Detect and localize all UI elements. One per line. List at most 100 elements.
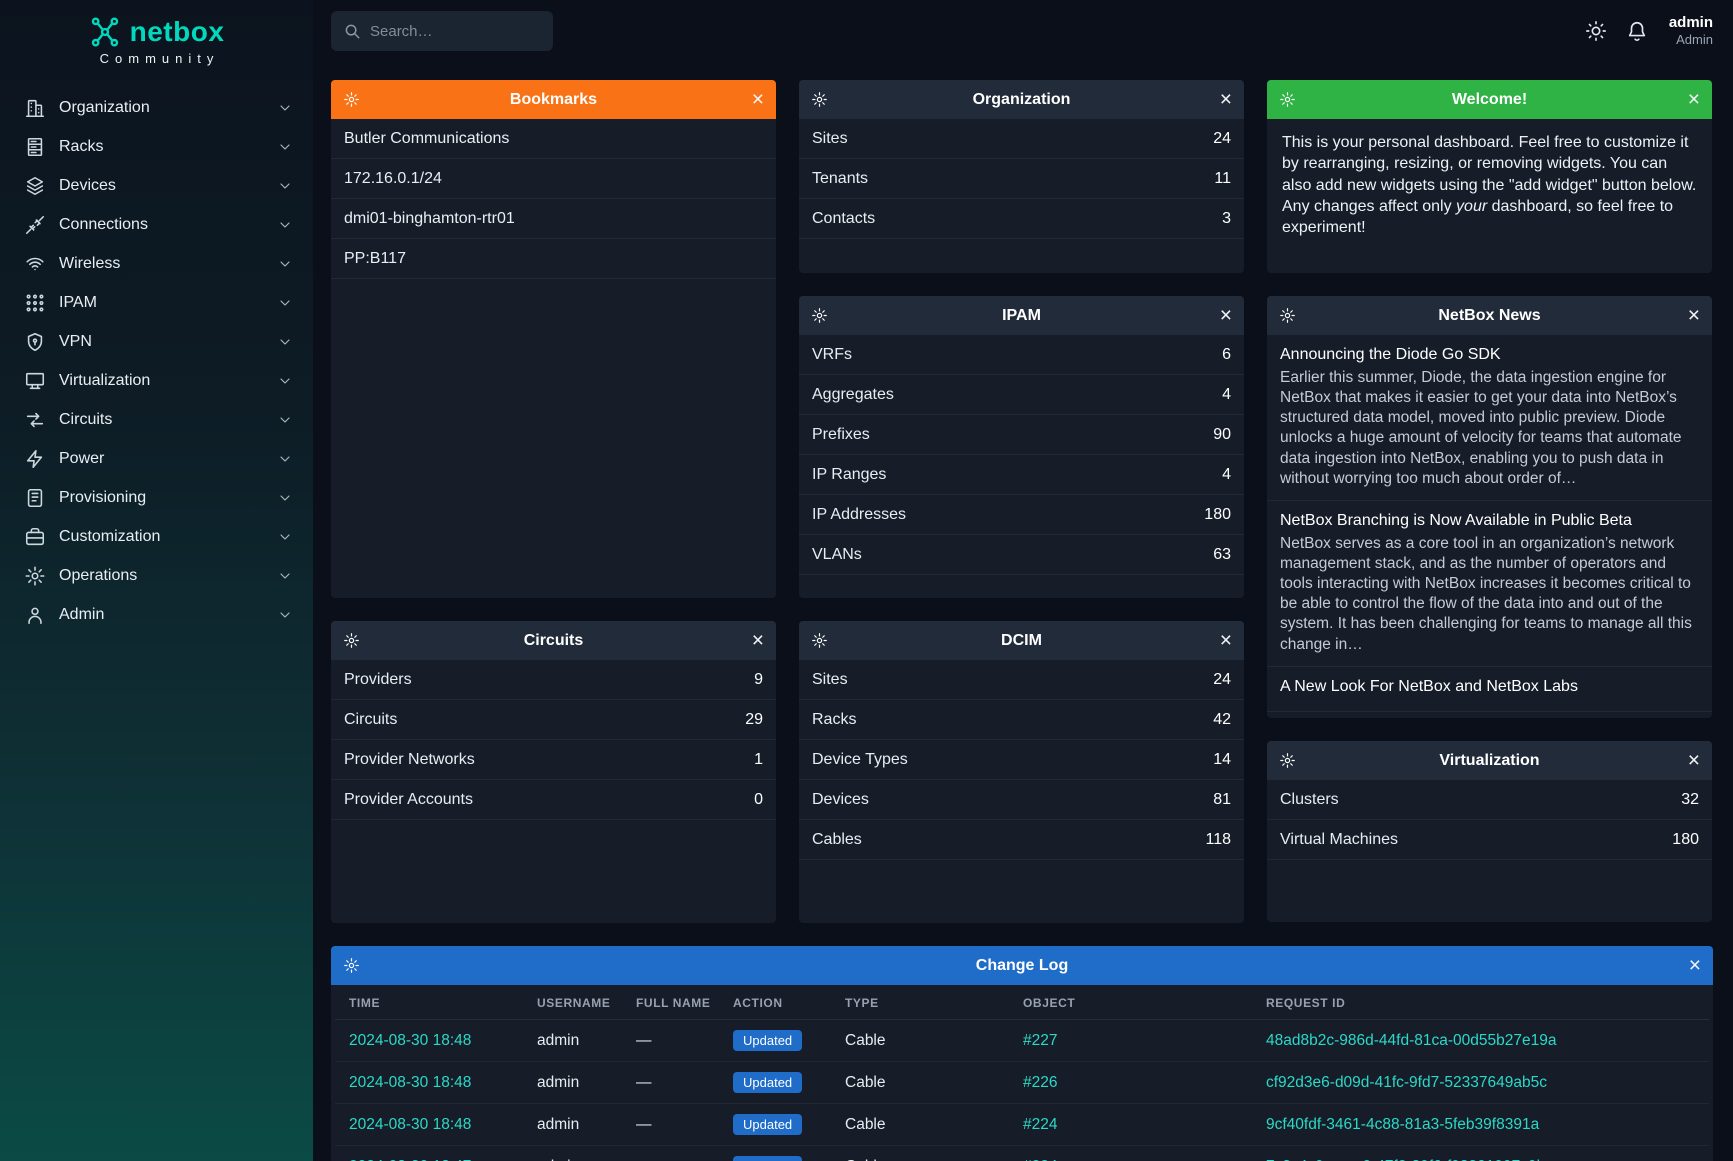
widget-bookmarks-header[interactable]: Bookmarks ×: [331, 80, 776, 119]
time-link[interactable]: 2024-08-30 18:48: [349, 1116, 471, 1133]
widget-virtualization-header[interactable]: Virtualization ×: [1267, 741, 1712, 780]
news-list: Announcing the Diode Go SDKEarlier this …: [1267, 335, 1712, 718]
stat-label-link[interactable]: VLANs: [812, 546, 862, 564]
user-menu[interactable]: admin Admin: [1669, 14, 1713, 48]
stat-label-link[interactable]: Clusters: [1280, 791, 1339, 809]
widget-dcim-header[interactable]: DCIM ×: [799, 621, 1244, 660]
close-icon[interactable]: ×: [752, 630, 764, 651]
object-link[interactable]: #227: [1023, 1032, 1057, 1049]
widget-organization-header[interactable]: Organization ×: [799, 80, 1244, 119]
stat-label-link[interactable]: Aggregates: [812, 386, 894, 404]
cell-time: 2024-08-30 18:48: [335, 1062, 523, 1104]
sidebar-item-virtualization[interactable]: Virtualization: [0, 361, 313, 400]
sidebar-item-connections[interactable]: Connections: [0, 205, 313, 244]
close-icon[interactable]: ×: [1688, 750, 1700, 771]
chevron-down-icon: [277, 100, 293, 116]
close-icon[interactable]: ×: [1220, 630, 1232, 651]
stat-label-link[interactable]: Sites: [812, 130, 848, 148]
sidebar-item-wireless[interactable]: Wireless: [0, 244, 313, 283]
sidebar-item-operations[interactable]: Operations: [0, 556, 313, 595]
bookmark-item[interactable]: 172.16.0.1/24: [331, 159, 776, 199]
gear-icon[interactable]: [811, 307, 828, 324]
widget-welcome-header[interactable]: Welcome! ×: [1267, 80, 1712, 119]
stat-label-link[interactable]: Tenants: [812, 170, 868, 188]
request_id-link[interactable]: cf92d3e6-d09d-41fc-9fd7-52337649ab5c: [1266, 1074, 1547, 1091]
theme-toggle-button[interactable]: [1583, 18, 1609, 44]
stat-label-link[interactable]: Racks: [812, 711, 856, 729]
gear-icon[interactable]: [343, 632, 360, 649]
gear-icon[interactable]: [343, 91, 360, 108]
object-link[interactable]: #224: [1023, 1116, 1057, 1133]
gear-icon[interactable]: [811, 91, 828, 108]
close-icon[interactable]: ×: [1220, 89, 1232, 110]
stat-label-link[interactable]: Device Types: [812, 751, 908, 769]
stat-label-link[interactable]: Sites: [812, 671, 848, 689]
stat-label-link[interactable]: Cables: [812, 831, 862, 849]
stat-label-link[interactable]: IP Ranges: [812, 466, 886, 484]
widget-organization: Organization × Sites24Tenants11Contacts3: [799, 80, 1244, 273]
stat-label-link[interactable]: Circuits: [344, 711, 397, 729]
request_id-link[interactable]: 9cf40fdf-3461-4c88-81a3-5feb39f8391a: [1266, 1116, 1539, 1133]
stat-label-link[interactable]: Providers: [344, 671, 412, 689]
stat-label-link[interactable]: Virtual Machines: [1280, 831, 1398, 849]
widget-ipam-header[interactable]: IPAM ×: [799, 296, 1244, 335]
stat-label-link[interactable]: Devices: [812, 791, 869, 809]
cell-time: 2024-08-30 18:48: [335, 1104, 523, 1146]
stat-label-link[interactable]: Provider Accounts: [344, 791, 473, 809]
close-icon[interactable]: ×: [752, 89, 764, 110]
widget-circuits-header[interactable]: Circuits ×: [331, 621, 776, 660]
gear-icon[interactable]: [343, 957, 360, 974]
netbox-logo[interactable]: netbox Community: [0, 0, 313, 66]
sidebar-item-devices[interactable]: Devices: [0, 166, 313, 205]
stat-label-link[interactable]: Prefixes: [812, 426, 870, 444]
gear-icon[interactable]: [1279, 307, 1296, 324]
stat-value: 118: [1205, 831, 1231, 849]
sidebar-item-provisioning[interactable]: Provisioning: [0, 478, 313, 517]
sidebar-item-label: Power: [59, 450, 277, 468]
request_id-link[interactable]: 48ad8b2c-986d-44fd-81ca-00d55b27e19a: [1266, 1032, 1556, 1049]
sidebar-item-organization[interactable]: Organization: [0, 88, 313, 127]
sidebar-item-racks[interactable]: Racks: [0, 127, 313, 166]
news-headline-link[interactable]: A New Look For NetBox and NetBox Labs: [1280, 678, 1699, 696]
stat-label-link[interactable]: Contacts: [812, 210, 875, 228]
sidebar-item-label: Wireless: [59, 255, 277, 273]
object-link[interactable]: #226: [1023, 1074, 1057, 1091]
search-box[interactable]: [331, 11, 553, 51]
chevron-down-icon: [277, 256, 293, 272]
bookmark-item[interactable]: Butler Communications: [331, 119, 776, 159]
widget-news-header[interactable]: NetBox News ×: [1267, 296, 1712, 335]
news-headline-link[interactable]: NetBox Branching is Now Available in Pub…: [1280, 512, 1699, 530]
chevron-down-icon: [277, 568, 293, 584]
gear-icon[interactable]: [1279, 752, 1296, 769]
close-icon[interactable]: ×: [1688, 305, 1700, 326]
cell-full_name: —: [622, 1062, 719, 1104]
stat-label-link[interactable]: IP Addresses: [812, 506, 906, 524]
stat-label-link[interactable]: Provider Networks: [344, 751, 475, 769]
gear-icon[interactable]: [1279, 91, 1296, 108]
virtualization-icon: [24, 370, 46, 392]
sidebar-item-power[interactable]: Power: [0, 439, 313, 478]
sidebar-item-customization[interactable]: Customization: [0, 517, 313, 556]
sidebar-item-ipam[interactable]: IPAM: [0, 283, 313, 322]
stat-value: 29: [745, 711, 763, 729]
notifications-button[interactable]: [1624, 18, 1650, 44]
time-link[interactable]: 2024-08-30 18:47: [349, 1158, 471, 1161]
object-link[interactable]: #224: [1023, 1158, 1057, 1161]
news-headline-link[interactable]: Announcing the Diode Go SDK: [1280, 346, 1699, 364]
widget-change-log-header[interactable]: Change Log ×: [331, 946, 1713, 985]
sidebar-item-vpn[interactable]: VPN: [0, 322, 313, 361]
sidebar-item-circuits[interactable]: Circuits: [0, 400, 313, 439]
bookmark-item[interactable]: PP:B117: [331, 239, 776, 279]
bookmark-item[interactable]: dmi01-binghamton-rtr01: [331, 199, 776, 239]
action-badge: Updated: [733, 1156, 802, 1161]
close-icon[interactable]: ×: [1689, 955, 1701, 976]
request_id-link[interactable]: 7c3c4c9c-aea0-47f2-89f6-f98301997c9b: [1266, 1158, 1545, 1161]
stat-label-link[interactable]: VRFs: [812, 346, 852, 364]
time-link[interactable]: 2024-08-30 18:48: [349, 1032, 471, 1049]
close-icon[interactable]: ×: [1220, 305, 1232, 326]
sidebar-item-admin[interactable]: Admin: [0, 595, 313, 634]
search-input[interactable]: [370, 23, 541, 40]
close-icon[interactable]: ×: [1688, 89, 1700, 110]
gear-icon[interactable]: [811, 632, 828, 649]
time-link[interactable]: 2024-08-30 18:48: [349, 1074, 471, 1091]
